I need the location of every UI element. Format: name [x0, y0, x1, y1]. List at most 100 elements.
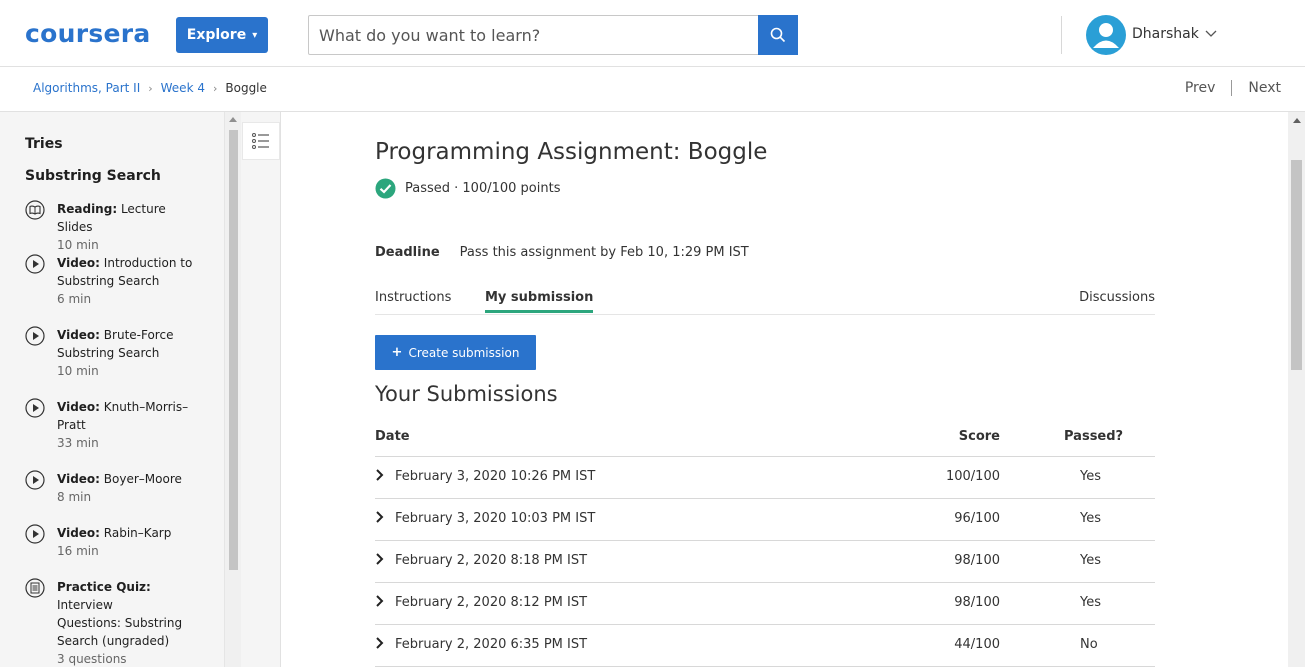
sidebar-item-lecture-slides[interactable]: Reading: Lecture Slides 10 min — [25, 200, 205, 254]
chevron-right-icon[interactable] — [375, 595, 385, 611]
course-outline-sidebar: Tries Substring Search Reading: Lecture … — [0, 112, 224, 667]
section-heading-substring-search[interactable]: Substring Search — [25, 168, 161, 184]
item-title-cont: Questions: Substring — [57, 616, 183, 630]
create-submission-label: Create submission — [408, 345, 520, 360]
column-score: Score — [958, 429, 1000, 444]
row-passed: Yes — [1080, 511, 1101, 526]
item-type: Video: — [57, 526, 100, 540]
item-title: Brute-Force — [103, 328, 174, 342]
row-score: 98/100 — [954, 595, 1000, 610]
item-type: Video: — [57, 472, 100, 486]
row-date: February 2, 2020 8:18 PM IST — [395, 553, 588, 568]
row-date: February 3, 2020 10:03 PM IST — [395, 511, 596, 526]
avatar[interactable] — [1086, 15, 1126, 55]
user-icon — [1093, 23, 1119, 48]
page-scrollbar[interactable] — [1288, 112, 1305, 667]
breadcrumb-week[interactable]: Week 4 — [161, 81, 205, 95]
sidebar-scrollbar[interactable] — [224, 112, 241, 667]
user-menu[interactable]: Dharshak — [1132, 26, 1217, 42]
row-score: 44/100 — [954, 637, 1000, 652]
table-row[interactable]: February 2, 2020 8:12 PM IST 98/100 Yes — [375, 583, 1155, 625]
scroll-up-arrow-icon[interactable] — [229, 117, 237, 122]
sidebar-item-boyer-moore[interactable]: Video: Boyer–Moore 8 min — [25, 470, 205, 506]
sidebar-item-brute-force[interactable]: Video: Brute-Force Substring Search 10 m… — [25, 326, 205, 380]
explore-button[interactable]: Explore ▾ — [176, 17, 268, 53]
sidebar-item-practice-quiz[interactable]: Practice Quiz: Interview Questions: Subs… — [25, 578, 205, 667]
breadcrumb-course[interactable]: Algorithms, Part II — [33, 81, 140, 95]
chevron-down-icon — [1205, 30, 1217, 37]
row-date: February 3, 2020 10:26 PM IST — [395, 469, 596, 484]
sidebar-item-intro-substring-search[interactable]: Video: Introduction to Substring Search … — [25, 254, 205, 308]
item-duration: 8 min — [57, 490, 92, 504]
table-row[interactable]: February 2, 2020 8:18 PM IST 98/100 Yes — [375, 541, 1155, 583]
row-date: February 2, 2020 8:12 PM IST — [395, 595, 588, 610]
play-icon — [25, 254, 45, 274]
chevron-down-icon: ▾ — [252, 29, 258, 41]
item-type: Practice Quiz: — [57, 580, 151, 594]
breadcrumb-bar: Algorithms, Part II › Week 4 › Boggle Pr… — [0, 67, 1305, 112]
breadcrumb-current: Boggle — [225, 81, 267, 95]
deadline-text: Pass this assignment by Feb 10, 1:29 PM … — [459, 245, 749, 260]
search-icon — [770, 27, 786, 43]
chevron-right-icon: › — [212, 81, 218, 95]
status-passed: Passed · 100/100 points — [375, 178, 560, 199]
item-duration: 3 questions — [57, 652, 127, 666]
row-passed: Yes — [1080, 595, 1101, 610]
page-scroll-thumb[interactable] — [1291, 160, 1302, 370]
item-title-cont: Pratt — [57, 418, 86, 432]
item-type: Video: — [57, 256, 100, 270]
item-duration: 10 min — [57, 364, 99, 378]
book-icon — [25, 200, 45, 220]
search-input[interactable] — [309, 16, 759, 54]
sidebar-item-kmp[interactable]: Video: Knuth–Morris– Pratt 33 min — [25, 398, 205, 452]
scroll-up-arrow-icon[interactable] — [1293, 118, 1301, 123]
item-title-cont: Substring Search — [57, 346, 160, 360]
tab-instructions[interactable]: Instructions — [375, 290, 451, 305]
row-score: 98/100 — [954, 553, 1000, 568]
toc-toggle-button[interactable] — [242, 122, 280, 160]
item-duration: 10 min — [57, 238, 99, 252]
submissions-table: Date Score Passed? February 3, 2020 10:2… — [375, 419, 1155, 667]
row-score: 96/100 — [954, 511, 1000, 526]
next-link[interactable]: Next — [1248, 80, 1281, 96]
table-header: Date Score Passed? — [375, 419, 1155, 457]
plus-icon: + — [391, 345, 403, 360]
column-passed: Passed? — [1064, 429, 1124, 444]
coursera-logo[interactable]: coursera — [25, 19, 151, 48]
chevron-right-icon[interactable] — [375, 511, 385, 527]
prev-next-nav: Prev Next — [1185, 80, 1281, 96]
toc-strip — [241, 112, 281, 667]
quiz-icon — [25, 578, 45, 598]
deadline-label: Deadline — [375, 245, 440, 260]
top-header: coursera Explore ▾ Dharshak — [0, 0, 1305, 67]
tab-my-submission[interactable]: My submission — [485, 290, 594, 313]
row-date: February 2, 2020 6:35 PM IST — [395, 637, 588, 652]
section-heading-tries[interactable]: Tries — [25, 136, 63, 152]
chevron-right-icon[interactable] — [375, 553, 385, 569]
row-passed: Yes — [1080, 553, 1101, 568]
play-icon — [25, 524, 45, 544]
status-text: Passed · 100/100 points — [405, 181, 561, 196]
chevron-right-icon[interactable] — [375, 637, 385, 653]
table-row[interactable]: February 3, 2020 10:26 PM IST 100/100 Ye… — [375, 457, 1155, 499]
table-row[interactable]: February 2, 2020 6:35 PM IST 44/100 No — [375, 625, 1155, 667]
chevron-right-icon[interactable] — [375, 469, 385, 485]
item-title-cont: Search (ungraded) — [57, 634, 170, 648]
create-submission-button[interactable]: + Create submission — [375, 335, 536, 370]
page-title: Programming Assignment: Boggle — [375, 139, 768, 165]
prev-link[interactable]: Prev — [1185, 80, 1216, 96]
item-title: Knuth–Morris– — [103, 400, 189, 414]
item-type: Video: — [57, 400, 100, 414]
main-content: Programming Assignment: Boggle Passed · … — [282, 112, 1288, 667]
username-label: Dharshak — [1132, 26, 1199, 42]
deadline-row: Deadline Pass this assignment by Feb 10,… — [375, 245, 749, 260]
submissions-heading: Your Submissions — [375, 382, 558, 406]
sidebar-scroll-thumb[interactable] — [229, 130, 238, 570]
item-title: Boyer–Moore — [103, 472, 182, 486]
search-box — [308, 15, 798, 55]
search-button[interactable] — [758, 15, 798, 55]
assignment-tabs: Instructions My submission Discussions — [375, 288, 1155, 315]
tab-discussions[interactable]: Discussions — [1079, 290, 1155, 305]
sidebar-item-rabin-karp[interactable]: Video: Rabin–Karp 16 min — [25, 524, 205, 560]
table-row[interactable]: February 3, 2020 10:03 PM IST 96/100 Yes — [375, 499, 1155, 541]
